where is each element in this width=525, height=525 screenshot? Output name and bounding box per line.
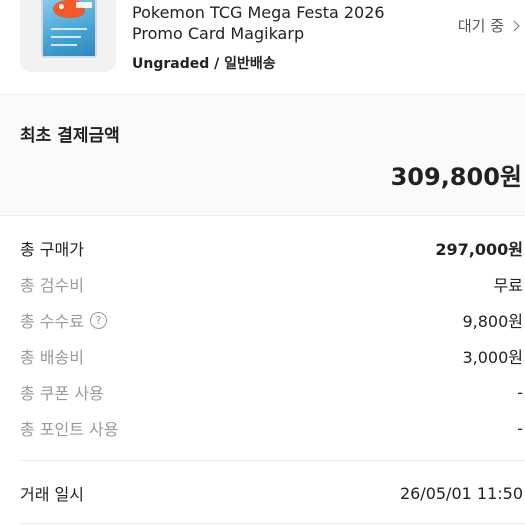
commission-label-group: 총 수수료 ? <box>20 308 107 332</box>
commission-label: 총 수수료 <box>20 312 84 331</box>
shipping-fee-row: 총 배송비 3,000원 <box>20 344 523 368</box>
card-image <box>41 0 97 58</box>
product-title: Pokemon TCG Mega Festa 2026 Promo Card M… <box>132 3 385 43</box>
shipping-fee-label: 총 배송비 <box>20 348 84 367</box>
points-value: - <box>517 418 523 438</box>
initial-payment-label: 최초 결제금액 <box>20 126 120 146</box>
help-icon[interactable]: ? <box>89 311 107 329</box>
coupon-label: 총 쿠폰 사용 <box>20 384 104 403</box>
card-text-line <box>51 44 77 46</box>
card-text-line <box>51 36 81 38</box>
order-status-text: 대기 중 <box>457 17 504 35</box>
section-divider <box>20 523 525 524</box>
product-thumbnail <box>20 0 116 72</box>
order-status-link[interactable]: 대기 중 <box>458 15 521 36</box>
deal-datetime-row: 거래 일시 26/05/01 11:50 <box>20 480 523 506</box>
points-row: 총 포인트 사용 - <box>20 416 523 440</box>
inspection-fee-value: 무료 <box>493 276 523 295</box>
total-purchase-row: 총 구매가 297,000원 <box>20 236 523 260</box>
commission-value: 9,800원 <box>462 312 523 331</box>
product-summary[interactable]: Pokemon TCG Mega Festa 2026 Promo Card M… <box>0 0 525 95</box>
points-label: 총 포인트 사용 <box>20 420 119 439</box>
commission-row: 총 수수료 ? 9,800원 <box>20 308 523 332</box>
deal-datetime-label: 거래 일시 <box>20 485 84 504</box>
inspection-fee-label: 총 검수비 <box>20 276 84 295</box>
initial-payment-section: 최초 결제금액 309,800원 <box>0 95 525 216</box>
total-purchase-label: 총 구매가 <box>20 240 84 259</box>
initial-payment-amount: 309,800원 <box>390 163 522 191</box>
product-grade-shipping: Ungraded / 일반배송 <box>132 56 276 72</box>
card-text-line <box>51 28 87 30</box>
coupon-value: - <box>517 382 523 402</box>
section-divider <box>20 460 525 461</box>
coupon-row: 총 쿠폰 사용 - <box>20 380 523 404</box>
deal-datetime-value: 26/05/01 11:50 <box>399 483 523 503</box>
chevron-right-icon <box>508 19 520 32</box>
shipping-fee-value: 3,000원 <box>462 348 523 367</box>
card-logo-badge <box>76 2 92 8</box>
total-purchase-value: 297,000원 <box>435 240 523 259</box>
inspection-fee-row: 총 검수비 무료 <box>20 272 523 296</box>
